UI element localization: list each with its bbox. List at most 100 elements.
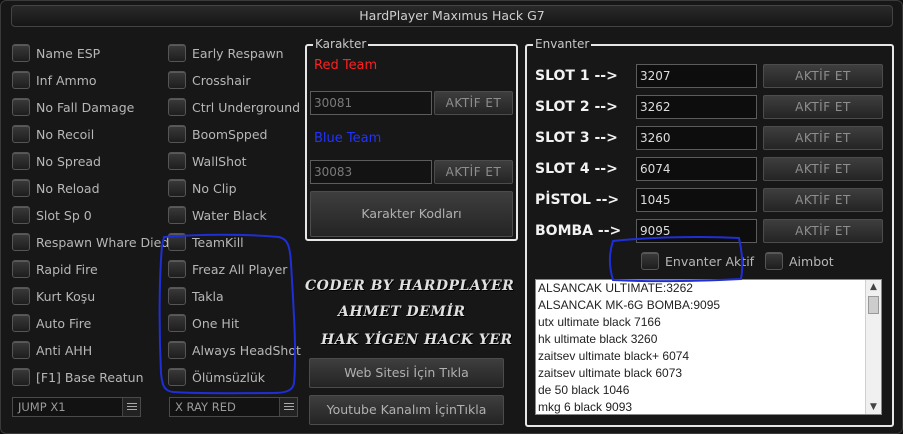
- checkbox-box[interactable]: [168, 287, 186, 305]
- red-team-activate-button[interactable]: AKTİF ET: [434, 91, 513, 115]
- xray-combo[interactable]: X RAY RED: [169, 397, 298, 417]
- checkbox-label: Rapid Fire: [36, 261, 98, 277]
- list-item[interactable]: mkg 6 black 9093: [536, 399, 881, 414]
- slot-value-input[interactable]: 3262: [636, 95, 757, 119]
- checkbox-row[interactable]: Crosshair: [168, 70, 250, 90]
- checkbox-box[interactable]: [12, 98, 30, 116]
- checkbox-box[interactable]: [641, 252, 659, 270]
- list-item[interactable]: ALSANCAK ULTIMATE:3262: [536, 280, 881, 297]
- aimbot-checkbox[interactable]: Aimbot: [765, 251, 834, 271]
- slot-value-input[interactable]: 3260: [636, 126, 757, 150]
- checkbox-row[interactable]: No Fall Damage: [12, 97, 134, 117]
- checkbox-row[interactable]: Ölümsüzlük: [168, 367, 265, 387]
- checkbox-box[interactable]: [12, 125, 30, 143]
- list-item[interactable]: utx ultimate black 7166: [536, 314, 881, 331]
- checkbox-row[interactable]: Water Black: [168, 205, 267, 225]
- envanter-aktif-checkbox[interactable]: Envanter Aktif: [641, 251, 754, 271]
- checkbox-box[interactable]: [12, 368, 30, 386]
- checkbox-row[interactable]: BoomSpped: [168, 124, 267, 144]
- checkbox-row[interactable]: No Recoil: [12, 124, 94, 144]
- list-item[interactable]: hk ultimate black 3260: [536, 331, 881, 348]
- list-item[interactable]: de 50 black 1046: [536, 382, 881, 399]
- weapon-code-list[interactable]: ALSANCAK ULTIMATE:3262 ALSANCAK MK-6G BOM…: [535, 279, 882, 415]
- checkbox-box[interactable]: [12, 314, 30, 332]
- blue-team-input[interactable]: 30083: [310, 160, 432, 184]
- checkbox-box[interactable]: [168, 368, 186, 386]
- checkbox-row[interactable]: No Clip: [168, 178, 237, 198]
- checkbox-box[interactable]: [12, 44, 30, 62]
- scroll-up-icon[interactable]: ▲: [866, 280, 881, 294]
- slot-activate-button[interactable]: AKTİF ET: [763, 126, 883, 150]
- slot-activate-button[interactable]: AKTİF ET: [763, 219, 883, 243]
- checkbox-row[interactable]: WallShot: [168, 151, 247, 171]
- checkbox-box[interactable]: [168, 98, 186, 116]
- slot-label: BOMBA -->: [535, 223, 622, 239]
- slot-value-input[interactable]: 9095: [636, 219, 757, 243]
- slot-activate-button[interactable]: AKTİF ET: [763, 188, 883, 212]
- coder-credit-line2: AHMET DEMİR: [338, 304, 466, 320]
- checkbox-box[interactable]: [168, 206, 186, 224]
- slot-value-input[interactable]: 3207: [636, 64, 757, 88]
- checkbox-label: Inf Ammo: [36, 72, 97, 88]
- checkbox-row[interactable]: Ctrl Underground: [168, 97, 300, 117]
- slot-activate-button[interactable]: AKTİF ET: [763, 157, 883, 181]
- checkbox-box[interactable]: [765, 252, 783, 270]
- checkbox-box[interactable]: [168, 179, 186, 197]
- checkbox-row[interactable]: Kurt Koşu: [12, 286, 95, 306]
- checkbox-box[interactable]: [168, 260, 186, 278]
- checkbox-row[interactable]: Early Respawn: [168, 43, 284, 63]
- checkbox-box[interactable]: [12, 260, 30, 278]
- checkbox-row[interactable]: Anti AHH: [12, 340, 92, 360]
- list-scrollbar[interactable]: ▲ ▼: [865, 280, 881, 414]
- checkbox-box[interactable]: [168, 233, 186, 251]
- youtube-button[interactable]: Youtube Kanalım İçinTıkla: [309, 395, 504, 425]
- combo-grip-icon[interactable]: [279, 398, 297, 416]
- slot-value-input[interactable]: 6074: [636, 157, 757, 181]
- checkbox-box[interactable]: [12, 233, 30, 251]
- checkbox-row[interactable]: TeamKill: [168, 232, 244, 252]
- list-item[interactable]: zaitsev ultimate black 6073: [536, 365, 881, 382]
- checkbox-box[interactable]: [12, 287, 30, 305]
- red-team-input[interactable]: 30081: [310, 91, 432, 115]
- checkbox-row[interactable]: [F1] Base Reatun: [12, 367, 144, 387]
- checkbox-box[interactable]: [168, 341, 186, 359]
- checkbox-box[interactable]: [168, 314, 186, 332]
- scroll-down-icon[interactable]: ▼: [866, 400, 881, 414]
- list-item[interactable]: zaitsev ultimate black+ 6074: [536, 348, 881, 365]
- checkbox-box[interactable]: [12, 341, 30, 359]
- checkbox-row[interactable]: Always HeadShot: [168, 340, 301, 360]
- scroll-thumb[interactable]: [868, 296, 879, 314]
- checkbox-label: Freaz All Player: [192, 261, 288, 277]
- slot-activate-button[interactable]: AKTİF ET: [763, 95, 883, 119]
- website-button[interactable]: Web Sitesi İçin Tıkla: [309, 358, 504, 388]
- blue-team-activate-button[interactable]: AKTİF ET: [434, 160, 513, 184]
- karakter-group: Karakter Red Team 30081 AKTİF ET Blue Te…: [305, 37, 518, 241]
- checkbox-label: No Spread: [36, 153, 101, 169]
- list-item[interactable]: ALSANCAK MK-6G BOMBA:9095: [536, 297, 881, 314]
- checkbox-box[interactable]: [168, 152, 186, 170]
- combo-grip-icon[interactable]: [122, 398, 140, 416]
- checkbox-row[interactable]: Name ESP: [12, 43, 100, 63]
- checkbox-box[interactable]: [168, 71, 186, 89]
- checkbox-box[interactable]: [12, 206, 30, 224]
- checkbox-row[interactable]: Respawn Whare Died: [12, 232, 169, 252]
- checkbox-row[interactable]: No Spread: [12, 151, 101, 171]
- slot-label: SLOT 3 -->: [535, 130, 618, 146]
- checkbox-row[interactable]: Inf Ammo: [12, 70, 97, 90]
- checkbox-row[interactable]: One Hit: [168, 313, 239, 333]
- checkbox-row[interactable]: Auto Fire: [12, 313, 91, 333]
- checkbox-box[interactable]: [168, 125, 186, 143]
- checkbox-row[interactable]: Freaz All Player: [168, 259, 287, 279]
- checkbox-row[interactable]: Slot Sp 0: [12, 205, 92, 225]
- karakter-codes-button[interactable]: Karakter Kodları: [310, 191, 513, 237]
- checkbox-row[interactable]: Takla: [168, 286, 224, 306]
- checkbox-box[interactable]: [12, 71, 30, 89]
- slot-activate-button[interactable]: AKTİF ET: [763, 64, 883, 88]
- checkbox-box[interactable]: [12, 179, 30, 197]
- slot-value-input[interactable]: 1045: [636, 188, 757, 212]
- checkbox-box[interactable]: [168, 44, 186, 62]
- checkbox-row[interactable]: Rapid Fire: [12, 259, 98, 279]
- checkbox-row[interactable]: No Reload: [12, 178, 100, 198]
- jump-combo[interactable]: JUMP X1: [12, 397, 141, 417]
- checkbox-box[interactable]: [12, 152, 30, 170]
